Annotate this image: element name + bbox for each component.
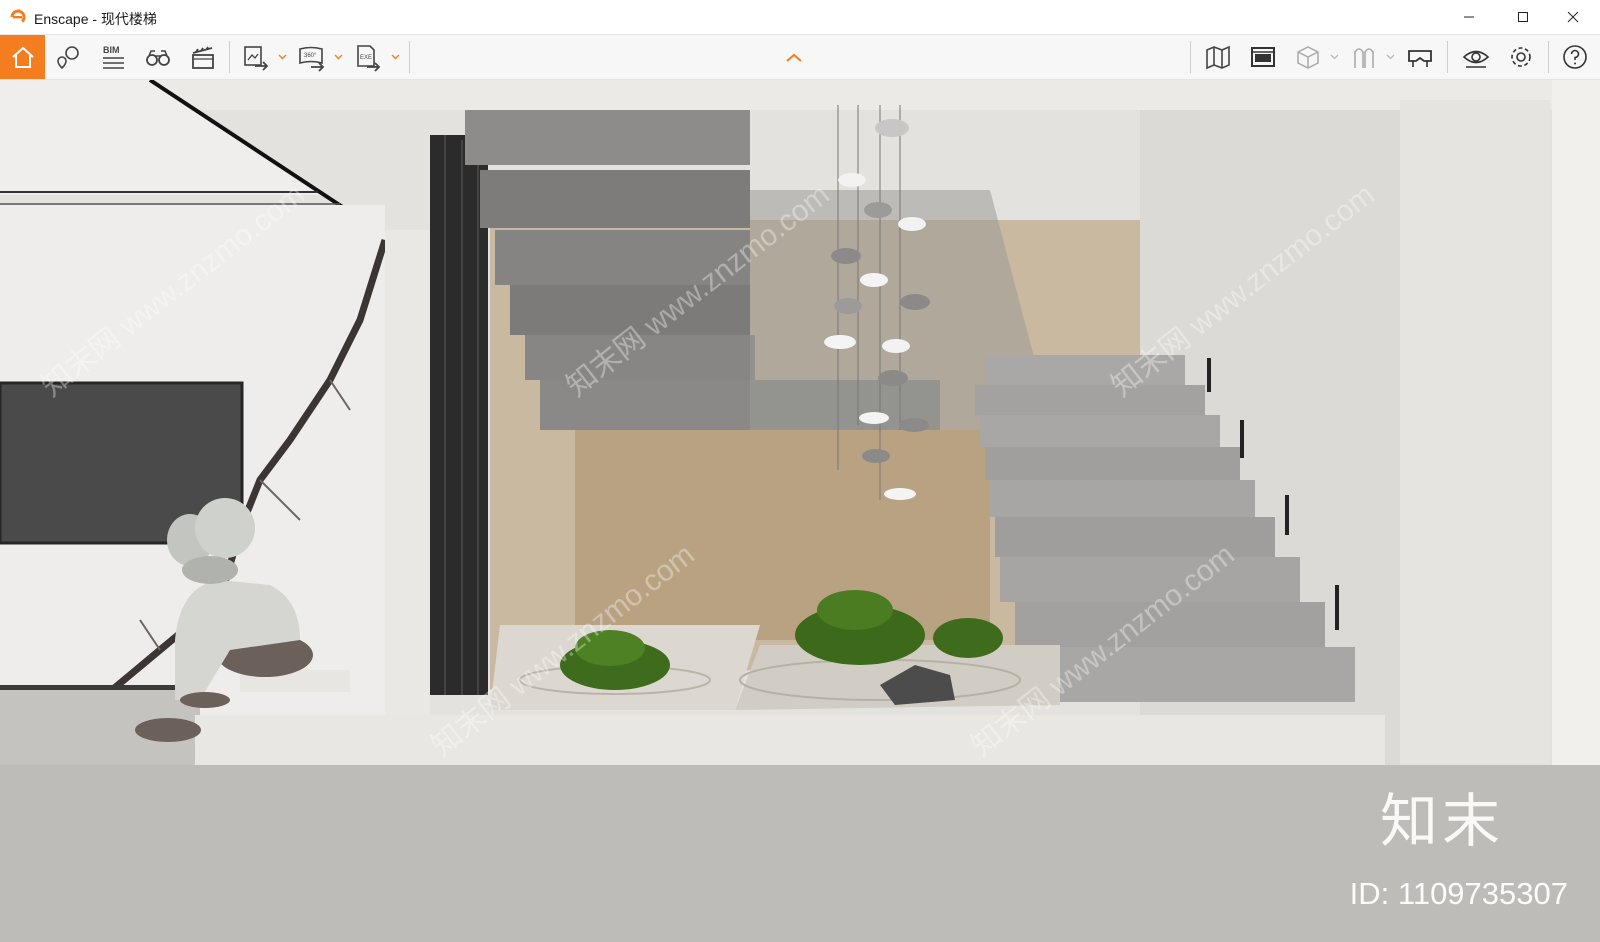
floor [0,765,1600,942]
chevron-up-icon [786,53,802,62]
export-image-dropdown[interactable] [276,35,288,79]
map-button[interactable] [1196,35,1240,79]
app-name: Enscape [34,11,89,27]
export-exe-icon: EXE [357,45,381,72]
close-icon [1567,11,1579,23]
document-name: 现代楼梯 [100,11,157,27]
settings-icon [1511,47,1531,67]
export-exe-dropdown[interactable] [389,35,401,79]
clapperboard-icon [192,46,214,69]
black-slat-screen [430,135,488,695]
settings-button[interactable] [1499,35,1543,79]
title-separator: - [88,11,101,27]
watermark-id: ID: 1109735307 [1349,876,1568,911]
enscape-logo-icon [10,9,26,23]
cube-view-dropdown[interactable] [1328,35,1340,79]
toolbar-separator [409,41,410,73]
help-button[interactable] [1553,35,1597,79]
home-button[interactable] [0,35,45,79]
export-panorama-button[interactable]: 360° [290,35,334,79]
export-image-icon [244,46,269,71]
views-button[interactable] [46,35,90,79]
chevron-down-icon [1330,54,1338,60]
maximize-icon [1518,12,1528,22]
vr-headset-button[interactable] [1398,35,1442,79]
material-editor-icon [1354,48,1374,68]
title-bar: Enscape - 现代楼梯 [0,0,1600,35]
material-editor-dropdown[interactable] [1384,35,1396,79]
binoculars-icon [146,50,170,66]
render-viewport[interactable]: 知末网 www.znzmo.com 知末网 www.znzmo.com 知末网 … [0,80,1600,942]
help-icon [1563,45,1587,69]
maximize-button[interactable] [1500,0,1546,34]
minimize-button[interactable] [1446,0,1492,34]
svg-text:BIM: BIM [103,45,120,55]
vr-headset-icon [1408,50,1432,67]
chevron-down-icon [1386,54,1394,60]
asset-library-icon [1251,47,1275,67]
video-editor-button[interactable] [181,35,225,79]
export-panorama-dropdown[interactable] [332,35,344,79]
material-editor-button[interactable] [1342,35,1386,79]
location-pin-icon [57,46,79,70]
minimize-icon [1464,16,1474,18]
visual-settings-icon [1462,50,1490,68]
close-button[interactable] [1550,0,1596,34]
binoculars-button[interactable] [136,35,180,79]
export-panorama-icon: 360° [299,46,325,72]
window-title: Enscape - 现代楼梯 [34,9,157,29]
main-toolbar: BIM 360° EXE [0,35,1600,80]
toolbar-separator [1190,41,1191,73]
toolbar-separator [1548,41,1549,73]
chevron-down-icon [391,54,399,60]
svg-text:360°: 360° [304,53,317,59]
toolbar-separator [1447,41,1448,73]
cube-view-icon [1297,46,1319,69]
cube-view-button[interactable] [1286,35,1330,79]
asset-library-button[interactable] [1241,35,1285,79]
home-icon [11,46,34,68]
chevron-down-icon [278,54,286,60]
bim-icon: BIM [103,45,124,69]
bim-button[interactable]: BIM [91,35,135,79]
map-icon [1206,45,1230,70]
export-image-button[interactable] [234,35,278,79]
collapse-toolbar-button[interactable] [778,53,822,79]
svg-text:EXE: EXE [360,55,372,61]
visual-settings-button[interactable] [1454,35,1498,79]
watermark-logo: 知末 [1379,787,1504,855]
toolbar-separator [229,41,230,73]
chevron-down-icon [334,54,342,60]
export-exe-button[interactable]: EXE [346,35,390,79]
